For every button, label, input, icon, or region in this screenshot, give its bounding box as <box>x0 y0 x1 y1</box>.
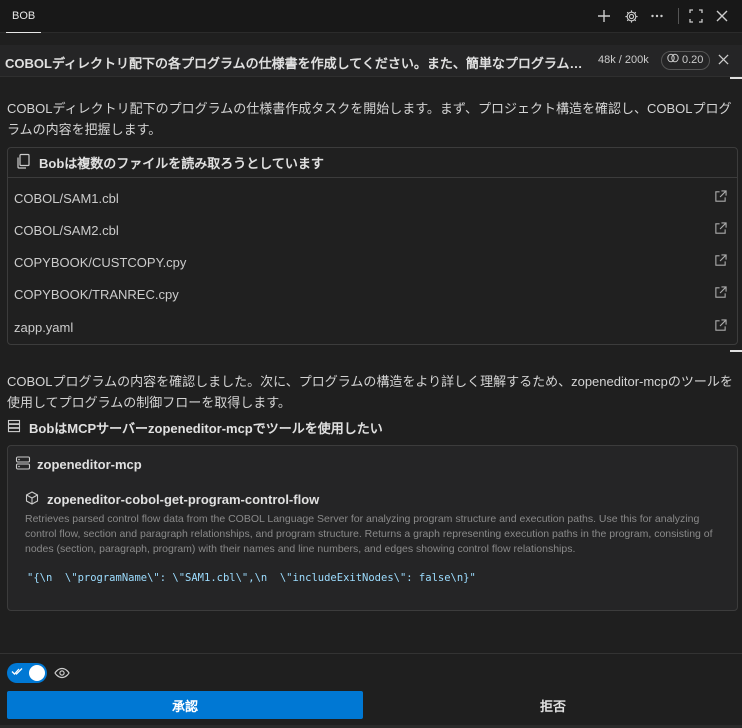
toolbar-divider <box>678 8 679 24</box>
tab-bob[interactable]: BOB <box>6 0 42 33</box>
maximize-icon[interactable] <box>686 6 706 26</box>
scrollbar-marker <box>730 77 742 79</box>
task-header: COBOLディレクトリ配下の各プログラムの仕様書を作成してください。また、簡単な… <box>0 45 742 77</box>
mcp-tool-request: zopeneditor-mcp zopeneditor-cobol-get-pr… <box>7 445 738 611</box>
mcp-request-title: BobはMCPサーバーzopeneditor-mcpでツールを使用したい <box>7 418 383 437</box>
file-path: zapp.yaml <box>14 319 74 335</box>
toggle-knob <box>29 665 45 681</box>
open-external-icon[interactable] <box>714 190 727 206</box>
close-icon[interactable] <box>712 6 732 26</box>
ellipsis-icon[interactable] <box>647 6 667 26</box>
tool-name: zopeneditor-cobol-get-program-control-fl… <box>47 492 320 507</box>
approval-bar: 承認 拒否 <box>0 653 742 728</box>
tool-arguments: "{\n \"programName\": \"SAM1.cbl\",\n \"… <box>27 572 476 584</box>
tool-description: Retrieves parsed control flow data from … <box>25 513 713 555</box>
server-icon <box>7 419 21 436</box>
auto-approve-toggle[interactable] <box>7 663 47 683</box>
coins-icon <box>667 52 679 69</box>
task-title[interactable]: COBOLディレクトリ配下の各プログラムの仕様書を作成してください。また、簡単な… <box>5 53 590 72</box>
plus-icon[interactable] <box>594 6 614 26</box>
gear-icon[interactable] <box>621 6 641 26</box>
reject-button[interactable]: 拒否 <box>373 691 733 719</box>
file-read-request: Bobは複数のファイルを読み取ろうとしています COBOL/SAM1.cbl C… <box>7 147 738 345</box>
open-external-icon[interactable] <box>714 222 727 238</box>
open-external-icon[interactable] <box>714 319 727 335</box>
copy-files-icon <box>15 153 31 172</box>
approve-button[interactable]: 承認 <box>7 691 363 719</box>
file-item[interactable]: COPYBOOK/TRANREC.cpy <box>8 278 737 310</box>
file-path: COBOL/SAM1.cbl <box>14 190 119 206</box>
file-item[interactable]: COPYBOOK/CUSTCOPY.cpy <box>8 246 737 278</box>
eye-icon[interactable] <box>54 665 70 681</box>
mcp-server: zopeneditor-mcp <box>15 455 142 474</box>
file-path: COBOL/SAM2.cbl <box>14 222 119 238</box>
server-icon <box>15 455 31 474</box>
token-usage: 48k / 200k <box>598 54 649 66</box>
mcp-server-name: zopeneditor-mcp <box>37 457 142 472</box>
title-bar: BOB <box>0 0 742 33</box>
cube-icon <box>25 491 39 508</box>
file-path: COPYBOOK/TRANREC.cpy <box>14 286 179 302</box>
double-check-icon <box>11 664 25 681</box>
cost-badge: 0.20 <box>661 51 711 70</box>
file-read-title: Bobは複数のファイルを読み取ろうとしています <box>39 156 324 171</box>
file-item[interactable]: COBOL/SAM1.cbl <box>8 182 737 214</box>
scrollbar-marker <box>730 350 742 352</box>
assistant-message: COBOLディレクトリ配下のプログラムの仕様書作成タスクを開始します。まず、プロ… <box>7 101 732 137</box>
file-path: COPYBOOK/CUSTCOPY.cpy <box>14 254 187 270</box>
file-item[interactable]: COBOL/SAM2.cbl <box>8 214 737 246</box>
file-read-header: Bobは複数のファイルを読み取ろうとしています <box>8 148 737 178</box>
tool-entry: zopeneditor-cobol-get-program-control-fl… <box>25 491 319 508</box>
file-item[interactable]: zapp.yaml <box>8 311 737 343</box>
assistant-message: COBOLプログラムの内容を確認しました。次に、プログラムの構造をより詳しく理解… <box>7 374 733 410</box>
open-external-icon[interactable] <box>714 286 727 302</box>
cost-value: 0.20 <box>682 54 704 66</box>
open-external-icon[interactable] <box>714 254 727 270</box>
mcp-request-label: BobはMCPサーバーzopeneditor-mcpでツールを使用したい <box>29 421 383 436</box>
task-close-icon[interactable] <box>714 51 732 69</box>
